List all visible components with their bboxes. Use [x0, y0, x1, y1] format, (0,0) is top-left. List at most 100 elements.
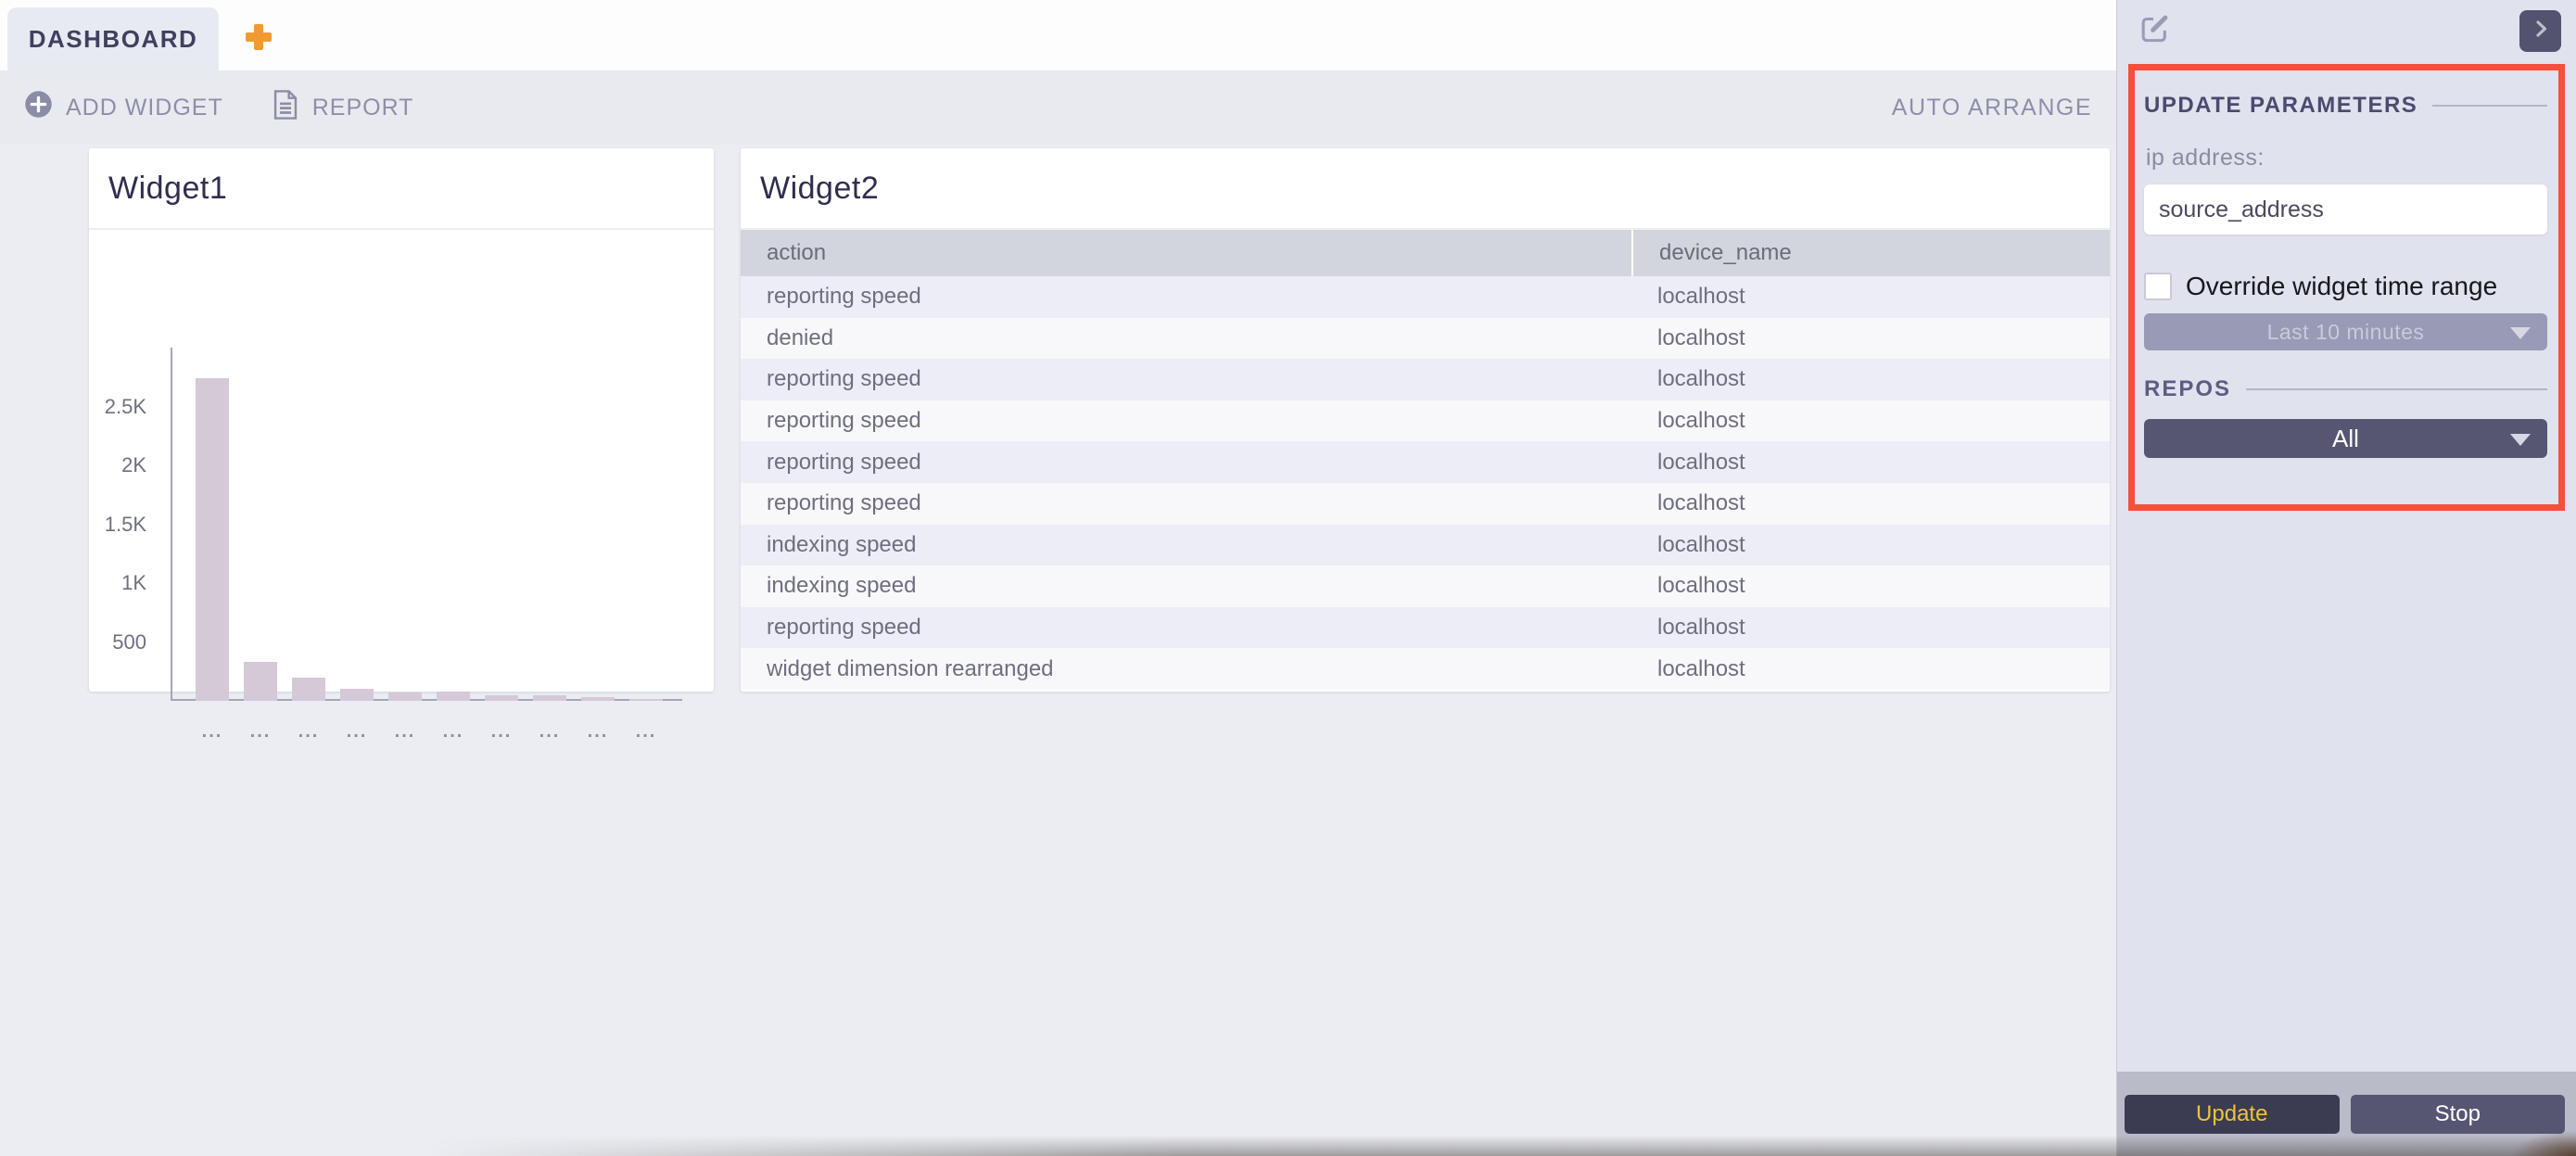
- x-tick-label: ...: [388, 721, 422, 743]
- override-time-range-checkbox[interactable]: [2144, 273, 2172, 300]
- repos-dropdown[interactable]: All: [2144, 419, 2547, 458]
- add-circle-icon: [24, 90, 53, 125]
- widget1-card[interactable]: Widget1 5001K1.5K2K2.5K ................…: [89, 148, 714, 692]
- table-row[interactable]: deniedlocalhost: [741, 318, 2110, 360]
- update-parameters-header: UPDATE PARAMETERS: [2144, 93, 2547, 119]
- x-tick-label: ...: [244, 721, 277, 743]
- tab-bar: DASHBOARD: [0, 0, 2116, 70]
- update-parameters-title: UPDATE PARAMETERS: [2144, 93, 2417, 119]
- add-widget-button[interactable]: ADD WIDGET: [24, 90, 223, 125]
- y-tick-label: 2.5K: [105, 395, 146, 419]
- table-row[interactable]: reporting speedlocalhost: [741, 359, 2110, 400]
- cell-device-name: localhost: [1631, 490, 2110, 516]
- chart-bar: [196, 378, 229, 701]
- repos-value: All: [2332, 425, 2359, 453]
- table-row[interactable]: widget dimension rearrangedlocalhost: [741, 648, 2110, 690]
- widget1-bar-chart: 5001K1.5K2K2.5K ........................…: [89, 230, 714, 690]
- table-body: reporting speedlocalhostdeniedlocalhostr…: [741, 276, 2110, 690]
- override-time-range-label: Override widget time range: [2186, 272, 2497, 301]
- chart-bar: [340, 689, 374, 701]
- override-time-range-row: Override widget time range: [2144, 272, 2547, 301]
- report-document-icon: [272, 89, 299, 127]
- chart-bars: [172, 348, 663, 701]
- cell-device-name: localhost: [1631, 573, 2110, 599]
- section-divider-line: [2432, 105, 2547, 107]
- tab-dashboard[interactable]: DASHBOARD: [7, 7, 219, 70]
- dashboard-toolbar: ADD WIDGET REPORT AUTO ARRANGE: [0, 70, 2116, 145]
- table-row[interactable]: indexing speedlocalhost: [741, 565, 2110, 607]
- table-row[interactable]: reporting speedlocalhost: [741, 483, 2110, 525]
- table-row[interactable]: indexing speedlocalhost: [741, 525, 2110, 566]
- chart-x-axis-labels: ..............................: [172, 721, 663, 743]
- cell-action: reporting speed: [741, 284, 1631, 310]
- caret-down-icon: [2510, 434, 2531, 446]
- widget2-card[interactable]: Widget2 action device_name reporting spe…: [741, 148, 2110, 692]
- auto-arrange-label: AUTO ARRANGE: [1892, 95, 2092, 121]
- cell-action: reporting speed: [741, 490, 1631, 516]
- cell-device-name: localhost: [1631, 450, 2110, 476]
- x-tick-label: ...: [629, 721, 663, 743]
- cell-action: widget dimension rearranged: [741, 656, 1631, 682]
- update-button[interactable]: Update: [2125, 1095, 2340, 1134]
- edit-compose-icon[interactable]: [2138, 11, 2172, 50]
- chevron-right-icon: [2530, 18, 2552, 44]
- y-tick-label: 500: [112, 630, 146, 654]
- update-parameters-panel: UPDATE PARAMETERS ip address: Override w…: [2128, 64, 2565, 511]
- table-header-row: action device_name: [741, 230, 2110, 276]
- table-row[interactable]: reporting speedlocalhost: [741, 441, 2110, 483]
- cell-action: denied: [741, 325, 1631, 351]
- cell-action: indexing speed: [741, 532, 1631, 558]
- cell-action: reporting speed: [741, 408, 1631, 434]
- cell-device-name: localhost: [1631, 325, 2110, 351]
- chart-bar: [437, 692, 470, 701]
- chart-bar: [485, 695, 518, 701]
- x-tick-label: ...: [292, 721, 325, 743]
- table-row[interactable]: reporting speedlocalhost: [741, 276, 2110, 318]
- x-tick-label: ...: [533, 721, 566, 743]
- cell-action: reporting speed: [741, 615, 1631, 641]
- ip-address-label: ip address:: [2146, 145, 2547, 171]
- table-row[interactable]: reporting speedlocalhost: [741, 607, 2110, 649]
- y-tick-label: 1.5K: [105, 513, 146, 537]
- x-tick-label: ...: [581, 721, 615, 743]
- widget2-title: Widget2: [741, 148, 2110, 230]
- time-range-value: Last 10 minutes: [2267, 320, 2425, 345]
- tab-dashboard-label: DASHBOARD: [29, 25, 198, 54]
- chart-bar: [581, 697, 615, 701]
- main-area: DASHBOARD ADD WIDGET: [0, 0, 2116, 1156]
- ip-address-input[interactable]: [2144, 184, 2547, 235]
- sidebar-footer: Update Stop: [2117, 1072, 2576, 1156]
- chart-bar: [388, 692, 422, 701]
- cell-action: reporting speed: [741, 366, 1631, 392]
- cell-device-name: localhost: [1631, 284, 2110, 310]
- new-tab-button[interactable]: [219, 7, 298, 70]
- cell-action: indexing speed: [741, 573, 1631, 599]
- collapse-sidebar-button[interactable]: [2519, 10, 2561, 52]
- repos-title: REPOS: [2144, 376, 2231, 402]
- add-widget-label: ADD WIDGET: [66, 95, 223, 121]
- auto-arrange-button[interactable]: AUTO ARRANGE: [1892, 95, 2092, 121]
- cell-device-name: localhost: [1631, 532, 2110, 558]
- table-row[interactable]: reporting speedlocalhost: [741, 400, 2110, 442]
- x-tick-label: ...: [485, 721, 518, 743]
- widget1-title: Widget1: [89, 148, 714, 230]
- report-button[interactable]: REPORT: [272, 89, 414, 127]
- plus-icon: [245, 23, 273, 56]
- table-header-device-name[interactable]: device_name: [1631, 230, 2110, 276]
- report-label: REPORT: [312, 95, 414, 121]
- stop-button[interactable]: Stop: [2351, 1095, 2566, 1134]
- caret-down-icon: [2510, 327, 2531, 339]
- cell-device-name: localhost: [1631, 408, 2110, 434]
- parameters-sidebar: UPDATE PARAMETERS ip address: Override w…: [2116, 0, 2576, 1156]
- time-range-dropdown[interactable]: Last 10 minutes: [2144, 313, 2547, 350]
- y-tick-label: 2K: [121, 453, 146, 477]
- cell-device-name: localhost: [1631, 615, 2110, 641]
- cell-device-name: localhost: [1631, 366, 2110, 392]
- chart-bar: [292, 678, 325, 701]
- cell-device-name: localhost: [1631, 656, 2110, 682]
- chart-bar: [629, 699, 663, 701]
- chart-bar: [244, 662, 277, 701]
- x-tick-label: ...: [437, 721, 470, 743]
- x-tick-label: ...: [196, 721, 229, 743]
- table-header-action[interactable]: action: [741, 240, 1631, 266]
